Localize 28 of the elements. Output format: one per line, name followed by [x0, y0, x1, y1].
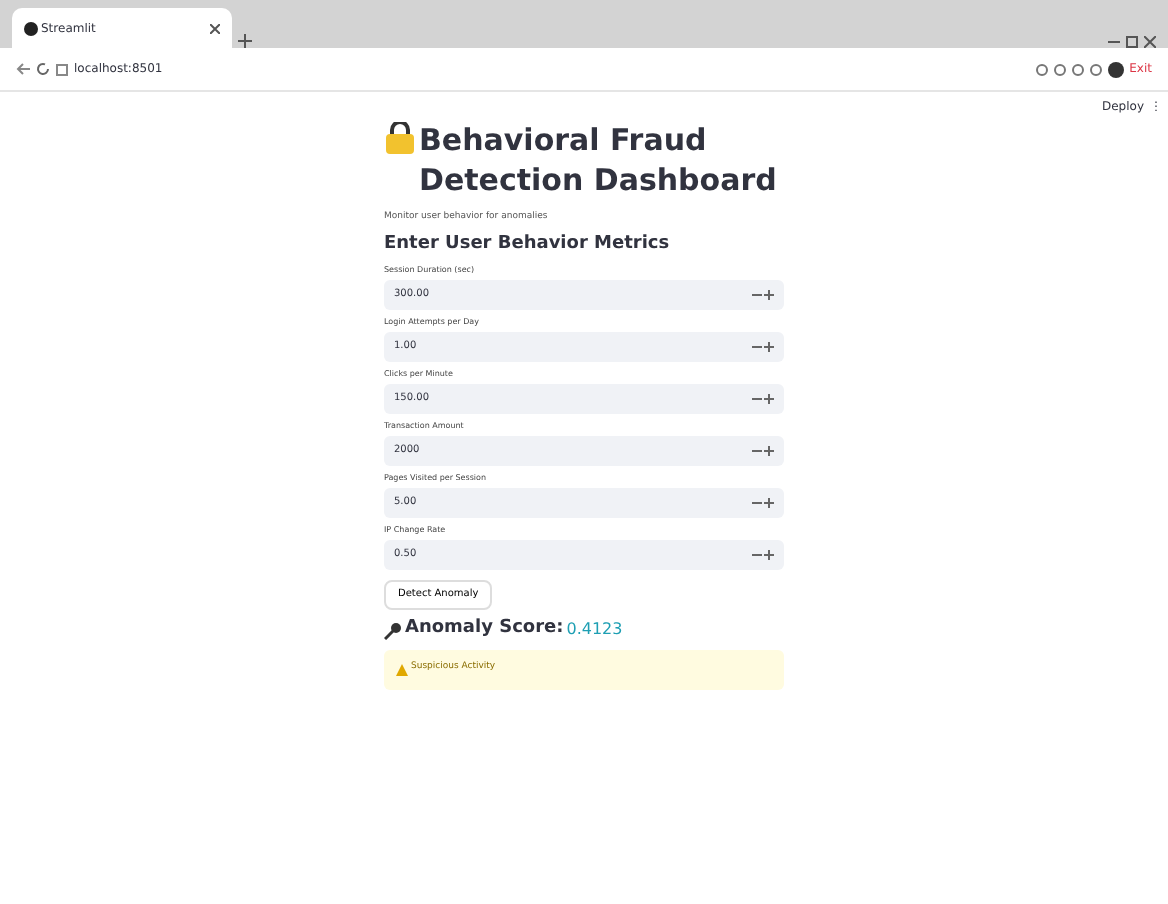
maximize-icon[interactable] — [1126, 36, 1138, 48]
plus-icon[interactable] — [764, 342, 774, 353]
avatar-icon[interactable] — [1107, 61, 1124, 77]
minus-icon[interactable] — [751, 446, 761, 457]
page-title: Behavioral Fraud Detection Dashboard — [419, 122, 779, 200]
back-icon[interactable] — [16, 62, 30, 76]
app-logo-icon — [24, 21, 38, 35]
minimize-icon[interactable] — [1108, 36, 1120, 48]
minus-icon[interactable] — [751, 498, 761, 509]
lock-icon — [384, 122, 416, 154]
score-value: 0.4123 — [566, 618, 623, 642]
key-icon — [384, 621, 402, 639]
close-icon[interactable] — [1144, 36, 1156, 48]
warning-icon — [396, 663, 408, 676]
plus-icon[interactable] — [764, 394, 774, 405]
plus-icon[interactable] — [764, 498, 774, 509]
close-icon[interactable] — [210, 23, 220, 33]
minus-icon[interactable] — [751, 550, 761, 561]
minus-icon[interactable] — [751, 290, 761, 301]
score-label: Anomaly Score: — [405, 616, 564, 643]
section-title: Enter User Behavior Metrics — [384, 231, 672, 258]
reload-icon[interactable] — [36, 62, 50, 76]
minus-icon[interactable] — [751, 394, 761, 405]
minus-icon[interactable] — [751, 342, 761, 353]
new-tab-icon[interactable] — [238, 34, 252, 48]
plus-icon[interactable] — [764, 290, 774, 301]
plus-icon[interactable] — [764, 550, 774, 561]
plus-icon[interactable] — [764, 446, 774, 457]
